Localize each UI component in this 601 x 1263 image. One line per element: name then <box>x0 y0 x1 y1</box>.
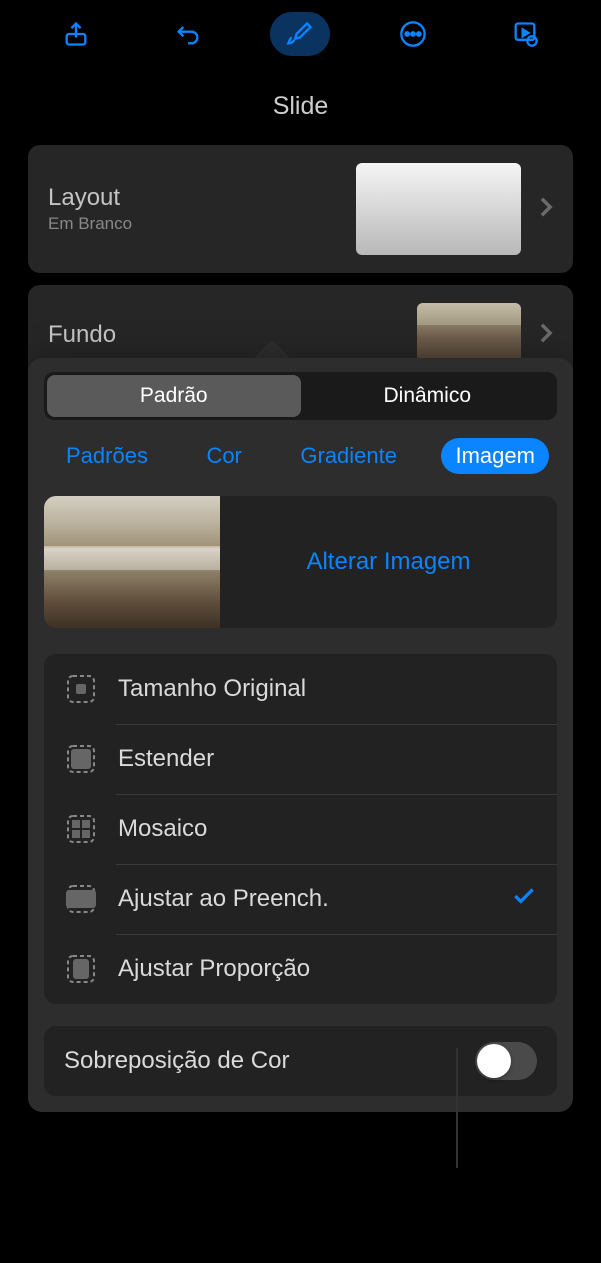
option-label: Mosaico <box>118 815 537 843</box>
option-label: Estender <box>118 745 537 773</box>
fill-tabs: Padrões Cor Gradiente Imagem <box>44 438 557 474</box>
option-tile[interactable]: Mosaico <box>44 794 557 864</box>
segment-padrao[interactable]: Padrão <box>47 375 301 417</box>
segment-dinamico[interactable]: Dinâmico <box>301 375 555 417</box>
layout-sublabel: Em Branco <box>48 214 356 234</box>
overlay-label: Sobreposição de Cor <box>64 1047 475 1075</box>
image-selector: Alterar Imagem <box>44 496 557 628</box>
layout-row[interactable]: Layout Em Branco <box>28 145 573 273</box>
stretch-icon <box>64 742 98 776</box>
tile-icon <box>64 812 98 846</box>
color-overlay-row: Sobreposição de Cor <box>44 1026 557 1096</box>
option-label: Ajustar ao Preench. <box>118 885 511 913</box>
segmented-control: Padrão Dinâmico <box>44 372 557 420</box>
checkmark-icon <box>511 883 537 916</box>
layout-label: Layout <box>48 184 356 212</box>
background-popover: Padrão Dinâmico Padrões Cor Gradiente Im… <box>28 358 573 1112</box>
scale-fill-icon <box>64 882 98 916</box>
share-button[interactable] <box>46 12 106 56</box>
popover-pointer <box>254 340 290 358</box>
option-stretch[interactable]: Estender <box>44 724 557 794</box>
option-label: Tamanho Original <box>118 675 537 703</box>
undo-button[interactable] <box>158 12 218 56</box>
image-preview <box>44 496 220 628</box>
present-button[interactable] <box>495 12 555 56</box>
tab-imagem[interactable]: Imagem <box>441 438 548 474</box>
more-icon <box>399 20 427 48</box>
tab-gradiente[interactable]: Gradiente <box>286 438 411 474</box>
option-original-size[interactable]: Tamanho Original <box>44 654 557 724</box>
presentation-icon <box>511 20 539 48</box>
option-scale-fit[interactable]: Ajustar Proporção <box>44 934 557 1004</box>
original-size-icon <box>64 672 98 706</box>
overlay-switch[interactable] <box>475 1042 537 1080</box>
scale-options-list: Tamanho Original Estender <box>44 654 557 1004</box>
more-button[interactable] <box>383 12 443 56</box>
chevron-right-icon <box>539 196 553 223</box>
paintbrush-icon <box>286 20 314 48</box>
scale-fit-icon <box>64 952 98 986</box>
option-label: Ajustar Proporção <box>118 955 537 983</box>
panel-title: Slide <box>0 64 601 145</box>
tab-padroes[interactable]: Padrões <box>52 438 162 474</box>
undo-icon <box>174 20 202 48</box>
option-scale-fill[interactable]: Ajustar ao Preench. <box>44 864 557 934</box>
tab-cor[interactable]: Cor <box>192 438 255 474</box>
format-button[interactable] <box>270 12 330 56</box>
switch-knob <box>477 1044 511 1078</box>
change-image-button[interactable]: Alterar Imagem <box>220 548 557 576</box>
callout-line <box>456 1048 458 1168</box>
top-toolbar <box>0 0 601 64</box>
layout-thumbnail <box>356 163 521 255</box>
share-icon <box>62 20 90 48</box>
